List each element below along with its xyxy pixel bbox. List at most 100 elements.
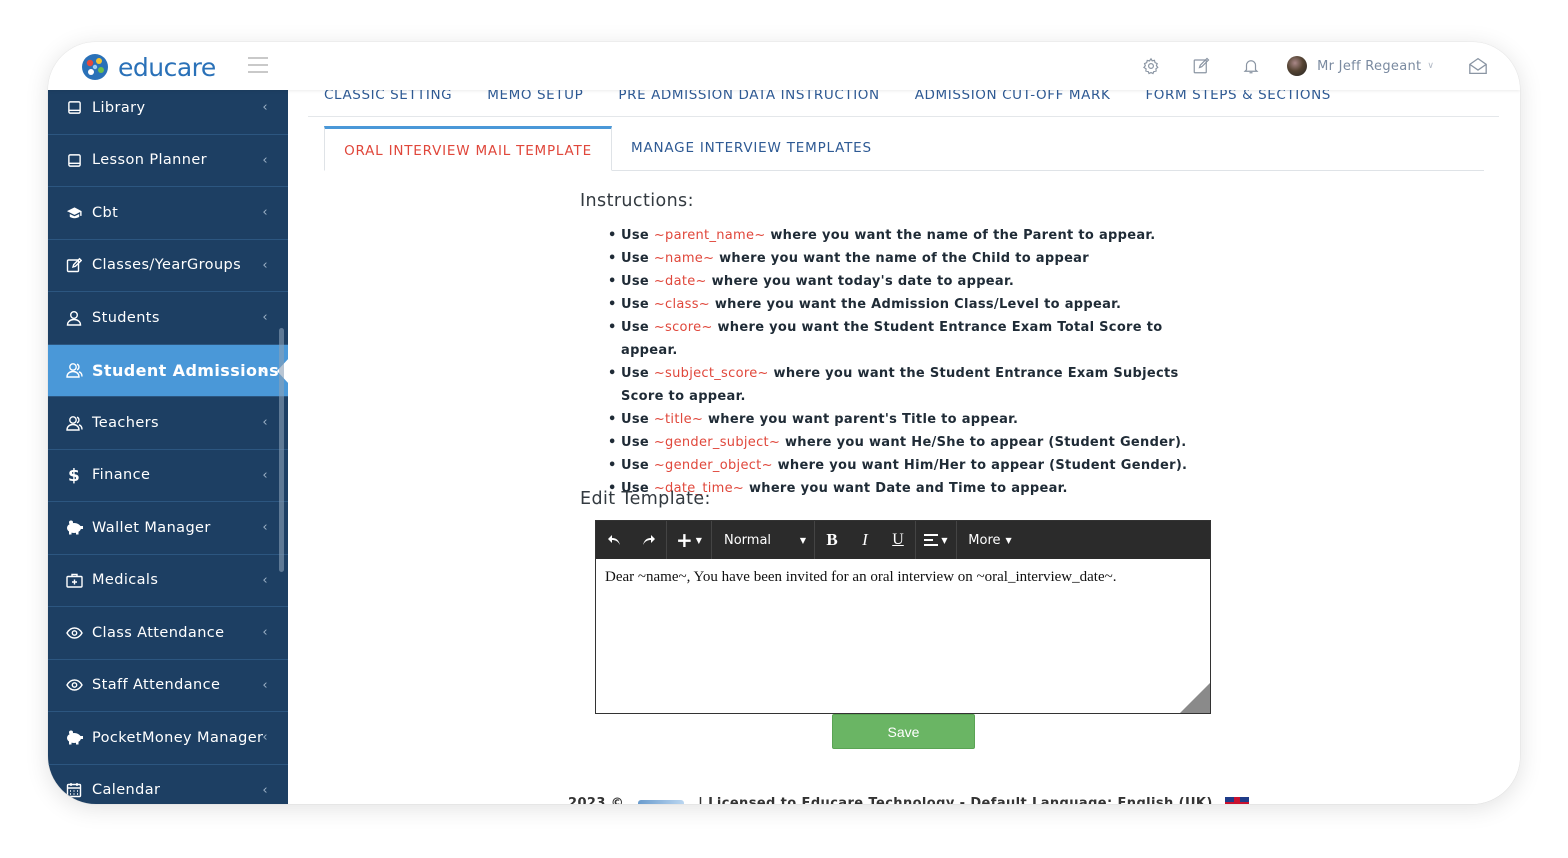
sidebar-item-label: Library	[92, 99, 146, 116]
chevron-left-icon: ‹	[262, 100, 268, 116]
tab-form-steps-sections[interactable]: FORM STEPS & SECTIONS	[1145, 88, 1331, 116]
tab-manage-interview-templates[interactable]: MANAGE INTERVIEW TEMPLATES	[631, 125, 872, 170]
instruction-prefix: Use	[621, 228, 654, 243]
medkit-icon	[64, 573, 84, 588]
instruction-text: where you want the Admission Class/Level…	[710, 297, 1122, 312]
bold-button[interactable]: B	[815, 521, 849, 559]
user-icon	[64, 310, 84, 326]
instruction-item: Use ~date~ where you want today's date t…	[608, 270, 1208, 293]
chevron-left-icon: ‹	[262, 205, 268, 221]
eye-icon	[64, 627, 84, 639]
sidebar-item-classes-yeargroups[interactable]: Classes/YearGroups ‹	[48, 240, 288, 292]
calendar-icon	[64, 782, 84, 798]
instruction-prefix: Use	[621, 366, 654, 381]
instruction-item: Use ~subject_score~ where you want the S…	[608, 362, 1208, 408]
insert-plus-icon[interactable]: + ▼	[667, 521, 711, 559]
user-menu[interactable]: Mr Jeff Regeant ∨	[1287, 56, 1434, 76]
sidebar-item-label: Lesson Planner	[92, 152, 208, 169]
sidebar-item-label: Staff Attendance	[92, 677, 221, 694]
sidebar-item-finance[interactable]: $ Finance ‹	[48, 450, 288, 502]
more-button[interactable]: More ▼	[957, 521, 1023, 559]
instruction-prefix: Use	[621, 458, 654, 473]
users-icon	[64, 415, 84, 431]
sidebar-item-students[interactable]: Students ‹	[48, 292, 288, 345]
tab-pre-admission-data-instruction[interactable]: PRE ADMISSION DATA INSTRUCTION	[618, 88, 879, 116]
tab-classic-setting[interactable]: CLASSIC SETTING	[324, 88, 452, 116]
sidebar-item-label: Classes/YearGroups	[92, 257, 242, 274]
gear-icon[interactable]	[1141, 56, 1161, 76]
placeholder-code: ~gender_object~	[653, 458, 773, 473]
placeholder-code: ~class~	[653, 297, 711, 312]
users-icon	[64, 362, 84, 378]
sidebar-item-cbt[interactable]: Cbt ‹	[48, 187, 288, 240]
placeholder-code: ~date~	[653, 274, 707, 289]
chevron-left-icon: ‹	[262, 572, 268, 588]
top-header: educare Mr Jeff Regeant ∨	[48, 42, 1520, 90]
sidebar-scrollbar[interactable]	[279, 328, 284, 572]
footer-logo-icon	[638, 799, 685, 804]
sidebar-item-wallet-manager[interactable]: Wallet Manager ‹	[48, 502, 288, 555]
avatar	[1287, 56, 1308, 76]
instruction-text: where you want Him/Her to appear (Studen…	[772, 458, 1188, 473]
sidebar-item-medicals[interactable]: Medicals ‹	[48, 555, 288, 607]
sidebar: Library ‹ Lesson Planner ‹ Cbt ‹ Classes/YearG…	[48, 90, 288, 804]
placeholder-code: ~title~	[653, 412, 704, 427]
instruction-text: where you want today's date to appear.	[706, 274, 1015, 289]
mail-open-icon[interactable]	[1468, 56, 1488, 76]
settings-tabs: CLASSIC SETTING MEMO SETUP PRE ADMISSION D…	[324, 88, 1366, 116]
sidebar-item-label: Class Attendance	[92, 624, 225, 641]
sidebar-item-library[interactable]: Library ‹	[48, 90, 288, 135]
undo-icon[interactable]	[596, 521, 632, 559]
instruction-prefix: Use	[621, 435, 654, 450]
sidebar-item-pocketmoney-manager[interactable]: PocketMoney Manager ‹	[48, 712, 288, 765]
sidebar-item-student-admissions[interactable]: Student Admissions ‹	[48, 344, 288, 397]
sidebar-item-calendar[interactable]: Calendar ‹	[48, 765, 288, 805]
underline-button[interactable]: U	[881, 521, 915, 559]
paragraph-format-select[interactable]: Normal ▼	[712, 521, 814, 559]
instruction-prefix: Use	[621, 412, 654, 427]
resize-handle[interactable]	[1180, 683, 1210, 713]
format-value: Normal	[724, 532, 772, 548]
redo-icon[interactable]	[632, 521, 666, 559]
template-tabs: ORAL INTERVIEW MAIL TEMPLATE MANAGE INTE…	[324, 126, 1484, 171]
sidebar-item-lesson-planner[interactable]: Lesson Planner ‹	[48, 135, 288, 187]
book-icon	[64, 153, 84, 168]
menu-toggle-icon[interactable]	[248, 57, 268, 73]
sidebar-item-label: Medicals	[92, 572, 159, 589]
rich-text-editor: + ▼ Normal ▼ B I U ▼ More ▼ Dear ~name~,…	[595, 520, 1211, 714]
logo[interactable]: educare	[80, 52, 216, 82]
placeholder-code: ~score~	[653, 320, 713, 335]
sidebar-item-label: Wallet Manager	[92, 519, 211, 536]
instruction-item: Use ~gender_subject~ where you want He/S…	[608, 431, 1208, 454]
save-button[interactable]: Save	[832, 714, 975, 749]
instruction-prefix: Use	[621, 320, 654, 335]
instruction-item: Use ~gender_object~ where you want Him/H…	[608, 454, 1208, 477]
tab-admission-cut-off-mark[interactable]: ADMISSION CUT-OFF MARK	[915, 88, 1111, 116]
chevron-left-icon: ‹	[262, 782, 268, 798]
sidebar-item-teachers[interactable]: Teachers ‹	[48, 397, 288, 450]
align-icon[interactable]: ▼	[916, 521, 956, 559]
sidebar-item-staff-attendance[interactable]: Staff Attendance ‹	[48, 660, 288, 712]
instruction-text: where you want parent's Title to appear.	[703, 412, 1019, 427]
uk-flag-icon[interactable]	[1224, 796, 1249, 804]
footer: 2023 © | Licensed to Educare Technology …	[568, 796, 1249, 804]
educare-logo-icon	[80, 52, 110, 82]
chevron-left-icon: ‹	[262, 152, 268, 168]
edit-icon[interactable]	[1191, 56, 1211, 76]
tab-memo-setup[interactable]: MEMO SETUP	[487, 88, 583, 116]
instruction-item: Use ~parent_name~ where you want the nam…	[608, 224, 1208, 247]
italic-button[interactable]: I	[849, 521, 881, 559]
instruction-text: where you want the name of the Parent to…	[765, 228, 1156, 243]
instruction-prefix: Use	[621, 297, 654, 312]
eye-icon	[64, 679, 84, 691]
editor-content[interactable]: Dear ~name~, You have been invited for a…	[596, 559, 1210, 713]
sidebar-item-class-attendance[interactable]: Class Attendance ‹	[48, 607, 288, 660]
header-actions: Mr Jeff Regeant ∨	[1111, 42, 1488, 90]
sidebar-item-label: Calendar	[92, 782, 161, 799]
edit-icon	[64, 257, 84, 273]
tab-oral-interview-mail-template[interactable]: ORAL INTERVIEW MAIL TEMPLATE	[324, 126, 612, 171]
instruction-prefix: Use	[621, 251, 654, 266]
svg-text:$: $	[68, 466, 80, 484]
piggy-bank-icon	[64, 730, 84, 745]
bell-icon[interactable]	[1241, 56, 1261, 76]
